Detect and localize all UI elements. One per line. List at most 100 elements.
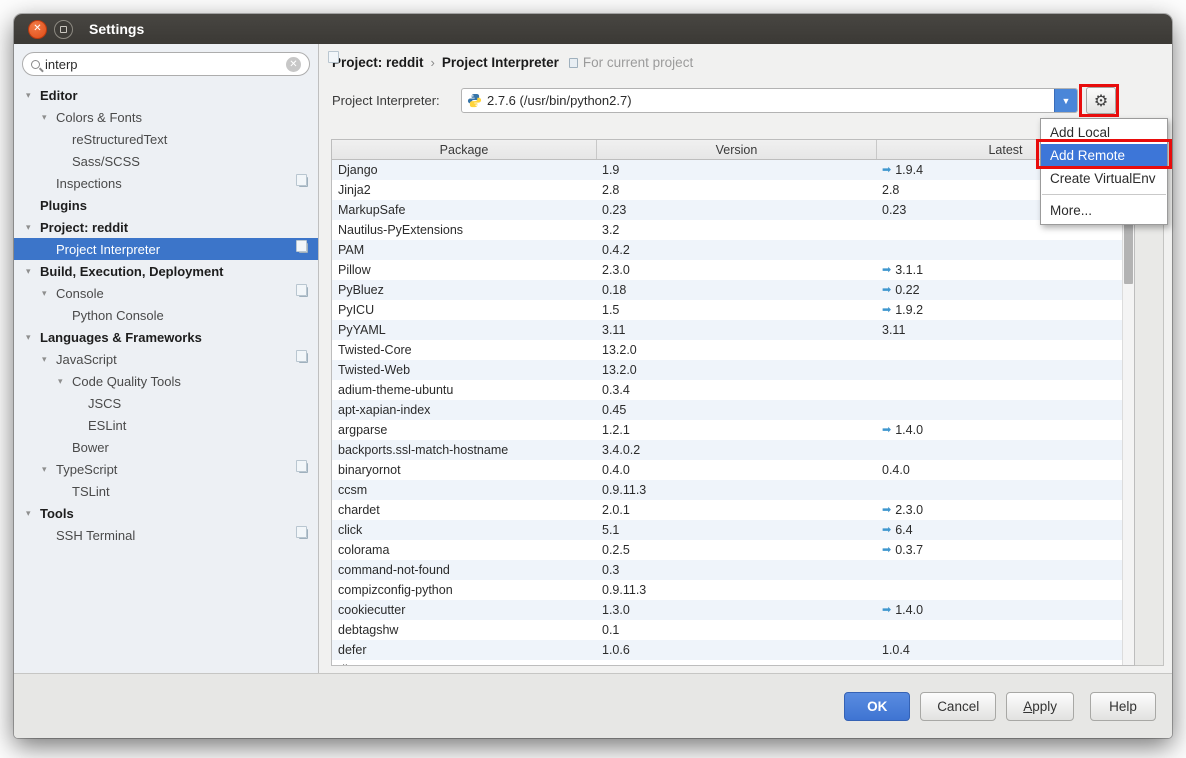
tree-item-label: Plugins [40,198,87,213]
sidebar-item-jscs[interactable]: JSCS [14,392,318,414]
table-row[interactable]: colorama0.2.5➡0.3.7 [332,540,1134,560]
table-row[interactable]: ccsm0.9.11.3 [332,480,1134,500]
table-row[interactable]: apt-xapian-index0.45 [332,400,1134,420]
chevron-down-icon[interactable]: ▾ [26,222,31,233]
menu-item-add-local[interactable]: Add Local [1041,121,1167,144]
table-row[interactable]: adium-theme-ubuntu0.3.4 [332,380,1134,400]
package-name: dirspec [332,663,597,666]
sidebar-item-sass-scss[interactable]: Sass/SCSS [14,150,318,172]
breadcrumb-project[interactable]: Project: reddit [332,55,424,70]
table-row[interactable]: PyBluez0.18➡0.22 [332,280,1134,300]
search-box[interactable]: ✕ [22,52,310,76]
column-header-version[interactable]: Version [597,140,877,159]
sidebar-item-code-quality-tools[interactable]: ▾Code Quality Tools [14,370,318,392]
sidebar-item-ssh-terminal[interactable]: SSH Terminal [14,524,318,546]
chevron-down-icon[interactable]: ▾ [42,112,47,123]
package-name: ccsm [332,483,597,497]
package-name: command-not-found [332,563,597,577]
copy-icon [569,58,578,68]
sidebar-item-javascript[interactable]: ▾JavaScript [14,348,318,370]
table-row[interactable]: click5.1➡6.4 [332,520,1134,540]
table-row[interactable]: PyYAML3.113.11 [332,320,1134,340]
sidebar-item-console[interactable]: ▾Console [14,282,318,304]
upgrade-arrow-icon: ➡ [882,165,891,176]
context-note: For current project [569,55,693,70]
interpreter-combobox[interactable]: 2.7.6 (/usr/bin/python2.7) ▼ [461,88,1078,113]
package-latest: 1.0.4 [877,643,1134,657]
table-row[interactable]: compizconfig-python0.9.11.3 [332,580,1134,600]
combobox-dropdown-button[interactable]: ▼ [1054,89,1077,112]
package-version: 0.2.5 [597,543,877,557]
footer-bar: OK Cancel Apply Help [14,673,1172,738]
ok-button[interactable]: OK [844,692,910,721]
chevron-down-icon[interactable]: ▾ [26,266,31,277]
sidebar-item-bower[interactable]: Bower [14,436,318,458]
chevron-down-icon[interactable]: ▾ [42,354,47,365]
sidebar-item-eslint[interactable]: ESLint [14,414,318,436]
menu-item-add-remote[interactable]: Add Remote [1041,144,1167,167]
interpreter-label: Project Interpreter: [332,93,440,108]
chevron-down-icon[interactable]: ▾ [26,90,31,101]
chevron-down-icon[interactable]: ▾ [42,288,47,299]
sidebar-item-build-execution-deployment[interactable]: ▾Build, Execution, Deployment [14,260,318,282]
sidebar-item-colors-fonts[interactable]: ▾Colors & Fonts [14,106,318,128]
sidebar-item-languages-frameworks[interactable]: ▾Languages & Frameworks [14,326,318,348]
package-version: 13.10 [597,663,877,666]
latest-version-label: 1.0.4 [882,643,910,657]
sidebar-item-project-interpreter[interactable]: Project Interpreter [14,238,318,260]
package-name: click [332,523,597,537]
package-latest: ➡2.3.0 [877,503,1134,517]
table-row[interactable]: argparse1.2.1➡1.4.0 [332,420,1134,440]
settings-tree: ▾Editor▾Colors & FontsreStructuredTextSa… [14,84,318,673]
table-row[interactable]: Nautilus-PyExtensions3.2 [332,220,1134,240]
gear-icon: ⚙ [1094,91,1108,111]
chevron-down-icon[interactable]: ▾ [26,508,31,519]
menu-item-more[interactable]: More... [1041,199,1167,222]
apply-button[interactable]: Apply [1006,692,1074,721]
sidebar-item-plugins[interactable]: Plugins [14,194,318,216]
table-row[interactable]: PAM0.4.2 [332,240,1134,260]
sidebar-item-tslint[interactable]: TSLint [14,480,318,502]
table-row[interactable]: MarkupSafe0.230.23 [332,200,1134,220]
tree-item-label: Python Console [72,308,164,323]
table-row[interactable]: Jinja22.82.8 [332,180,1134,200]
table-row[interactable]: Pillow2.3.0➡3.1.1 [332,260,1134,280]
latest-version-label: 6.4 [895,523,912,537]
search-input[interactable] [45,57,286,72]
help-button[interactable]: Help [1090,692,1156,721]
package-version: 2.3.0 [597,263,877,277]
maximize-icon[interactable] [54,20,73,39]
latest-version-label: 0.3.7 [895,543,923,557]
table-row[interactable]: Twisted-Core13.2.0 [332,340,1134,360]
table-row[interactable]: defer1.0.61.0.4 [332,640,1134,660]
table-row[interactable]: backports.ssl-match-hostname3.4.0.2 [332,440,1134,460]
close-icon[interactable]: ✕ [28,20,47,39]
sidebar-item-typescript[interactable]: ▾TypeScript [14,458,318,480]
table-row[interactable]: debtagshw0.1 [332,620,1134,640]
table-row[interactable]: cookiecutter1.3.0➡1.4.0 [332,600,1134,620]
sidebar-item-inspections[interactable]: Inspections [14,172,318,194]
table-row[interactable]: chardet2.0.1➡2.3.0 [332,500,1134,520]
table-row[interactable]: command-not-found0.3 [332,560,1134,580]
cancel-button[interactable]: Cancel [920,692,996,721]
clear-search-icon[interactable]: ✕ [286,57,301,72]
sidebar-item-project-reddit[interactable]: ▾Project: reddit [14,216,318,238]
sidebar-item-editor[interactable]: ▾Editor [14,84,318,106]
table-row[interactable]: binaryornot0.4.00.4.0 [332,460,1134,480]
vertical-scrollbar[interactable] [1122,161,1134,665]
column-header-package[interactable]: Package [332,140,597,159]
table-row[interactable]: dirspec13.1013.08 [332,660,1134,666]
sidebar-item-restructuredtext[interactable]: reStructuredText [14,128,318,150]
table-row[interactable]: PyICU1.5➡1.9.2 [332,300,1134,320]
chevron-down-icon[interactable]: ▾ [42,464,47,475]
table-row[interactable]: Twisted-Web13.2.0 [332,360,1134,380]
package-version: 2.8 [597,183,877,197]
package-version: 3.11 [597,323,877,337]
interpreter-gear-button[interactable]: ⚙ [1086,87,1116,114]
table-row[interactable]: Django1.9➡1.9.4 [332,160,1134,180]
menu-item-create-virtualenv[interactable]: Create VirtualEnv [1041,167,1167,190]
sidebar-item-tools[interactable]: ▾Tools [14,502,318,524]
chevron-down-icon[interactable]: ▾ [58,376,63,387]
chevron-down-icon[interactable]: ▾ [26,332,31,343]
sidebar-item-python-console[interactable]: Python Console [14,304,318,326]
